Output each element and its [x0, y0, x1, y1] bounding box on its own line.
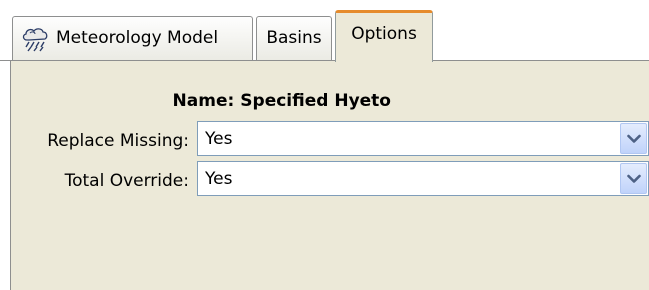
name-value: Specified Hyeto — [240, 91, 391, 111]
replace-missing-label: Replace Missing: — [47, 131, 189, 151]
name-label: Name: — [172, 91, 235, 111]
replace-missing-select[interactable]: Yes — [197, 121, 649, 156]
tab-label: Options — [351, 24, 417, 44]
tab-meteorology-model[interactable]: Meteorology Model — [12, 16, 253, 60]
tab-label: Basins — [266, 28, 322, 48]
dropdown-button[interactable] — [620, 163, 647, 194]
total-override-select[interactable]: Yes — [197, 161, 649, 196]
meteorology-icon — [20, 26, 52, 52]
chevron-down-icon — [626, 174, 641, 183]
name-row: Name: Specified Hyeto — [11, 91, 391, 115]
total-override-value: Yes — [205, 169, 233, 189]
tab-options[interactable]: Options — [335, 10, 433, 62]
dropdown-button[interactable] — [620, 123, 647, 154]
options-panel: Name: Specified Hyeto Replace Missing: Ye… — [10, 61, 649, 290]
tab-basins[interactable]: Basins — [256, 16, 332, 60]
tab-label: Meteorology Model — [56, 28, 219, 48]
replace-missing-value: Yes — [205, 129, 233, 149]
tab-strip: Meteorology Model Basins Options — [0, 0, 649, 62]
total-override-label: Total Override: — [64, 171, 189, 191]
chevron-down-icon — [626, 134, 641, 143]
